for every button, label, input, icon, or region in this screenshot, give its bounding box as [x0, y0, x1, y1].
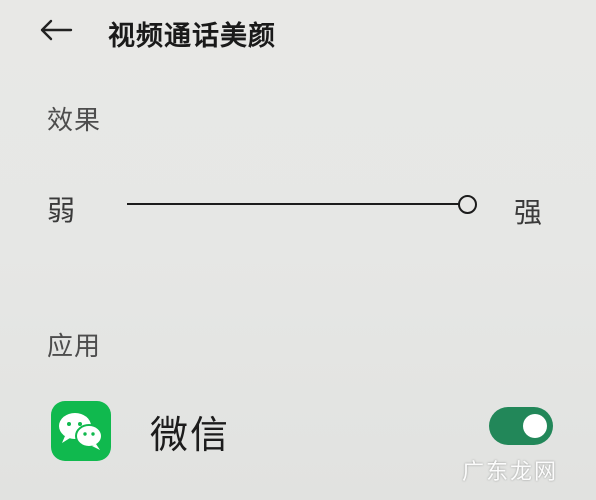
apps-section-label: 应用 [47, 332, 102, 362]
beauty-slider[interactable] [127, 195, 477, 214]
back-button[interactable] [36, 10, 76, 50]
watermark: 广东龙网 [461, 460, 558, 485]
arrow-left-icon [40, 19, 73, 41]
page-title: 视频通话美颜 [108, 21, 276, 52]
slider-thumb[interactable] [458, 195, 477, 214]
app-header: 视频通话美颜 [0, 0, 596, 66]
app-name: 微信 [150, 413, 231, 457]
slider-min-label: 弱 [47, 194, 76, 227]
slider-max-label: 强 [514, 196, 543, 229]
wechat-beauty-toggle[interactable] [489, 407, 553, 445]
wechat-icon [51, 401, 111, 461]
effect-section-label: 效果 [47, 106, 102, 136]
toggle-knob [523, 414, 547, 438]
beauty-slider-row: 弱 强 [0, 180, 596, 236]
slider-track-line [127, 203, 467, 205]
